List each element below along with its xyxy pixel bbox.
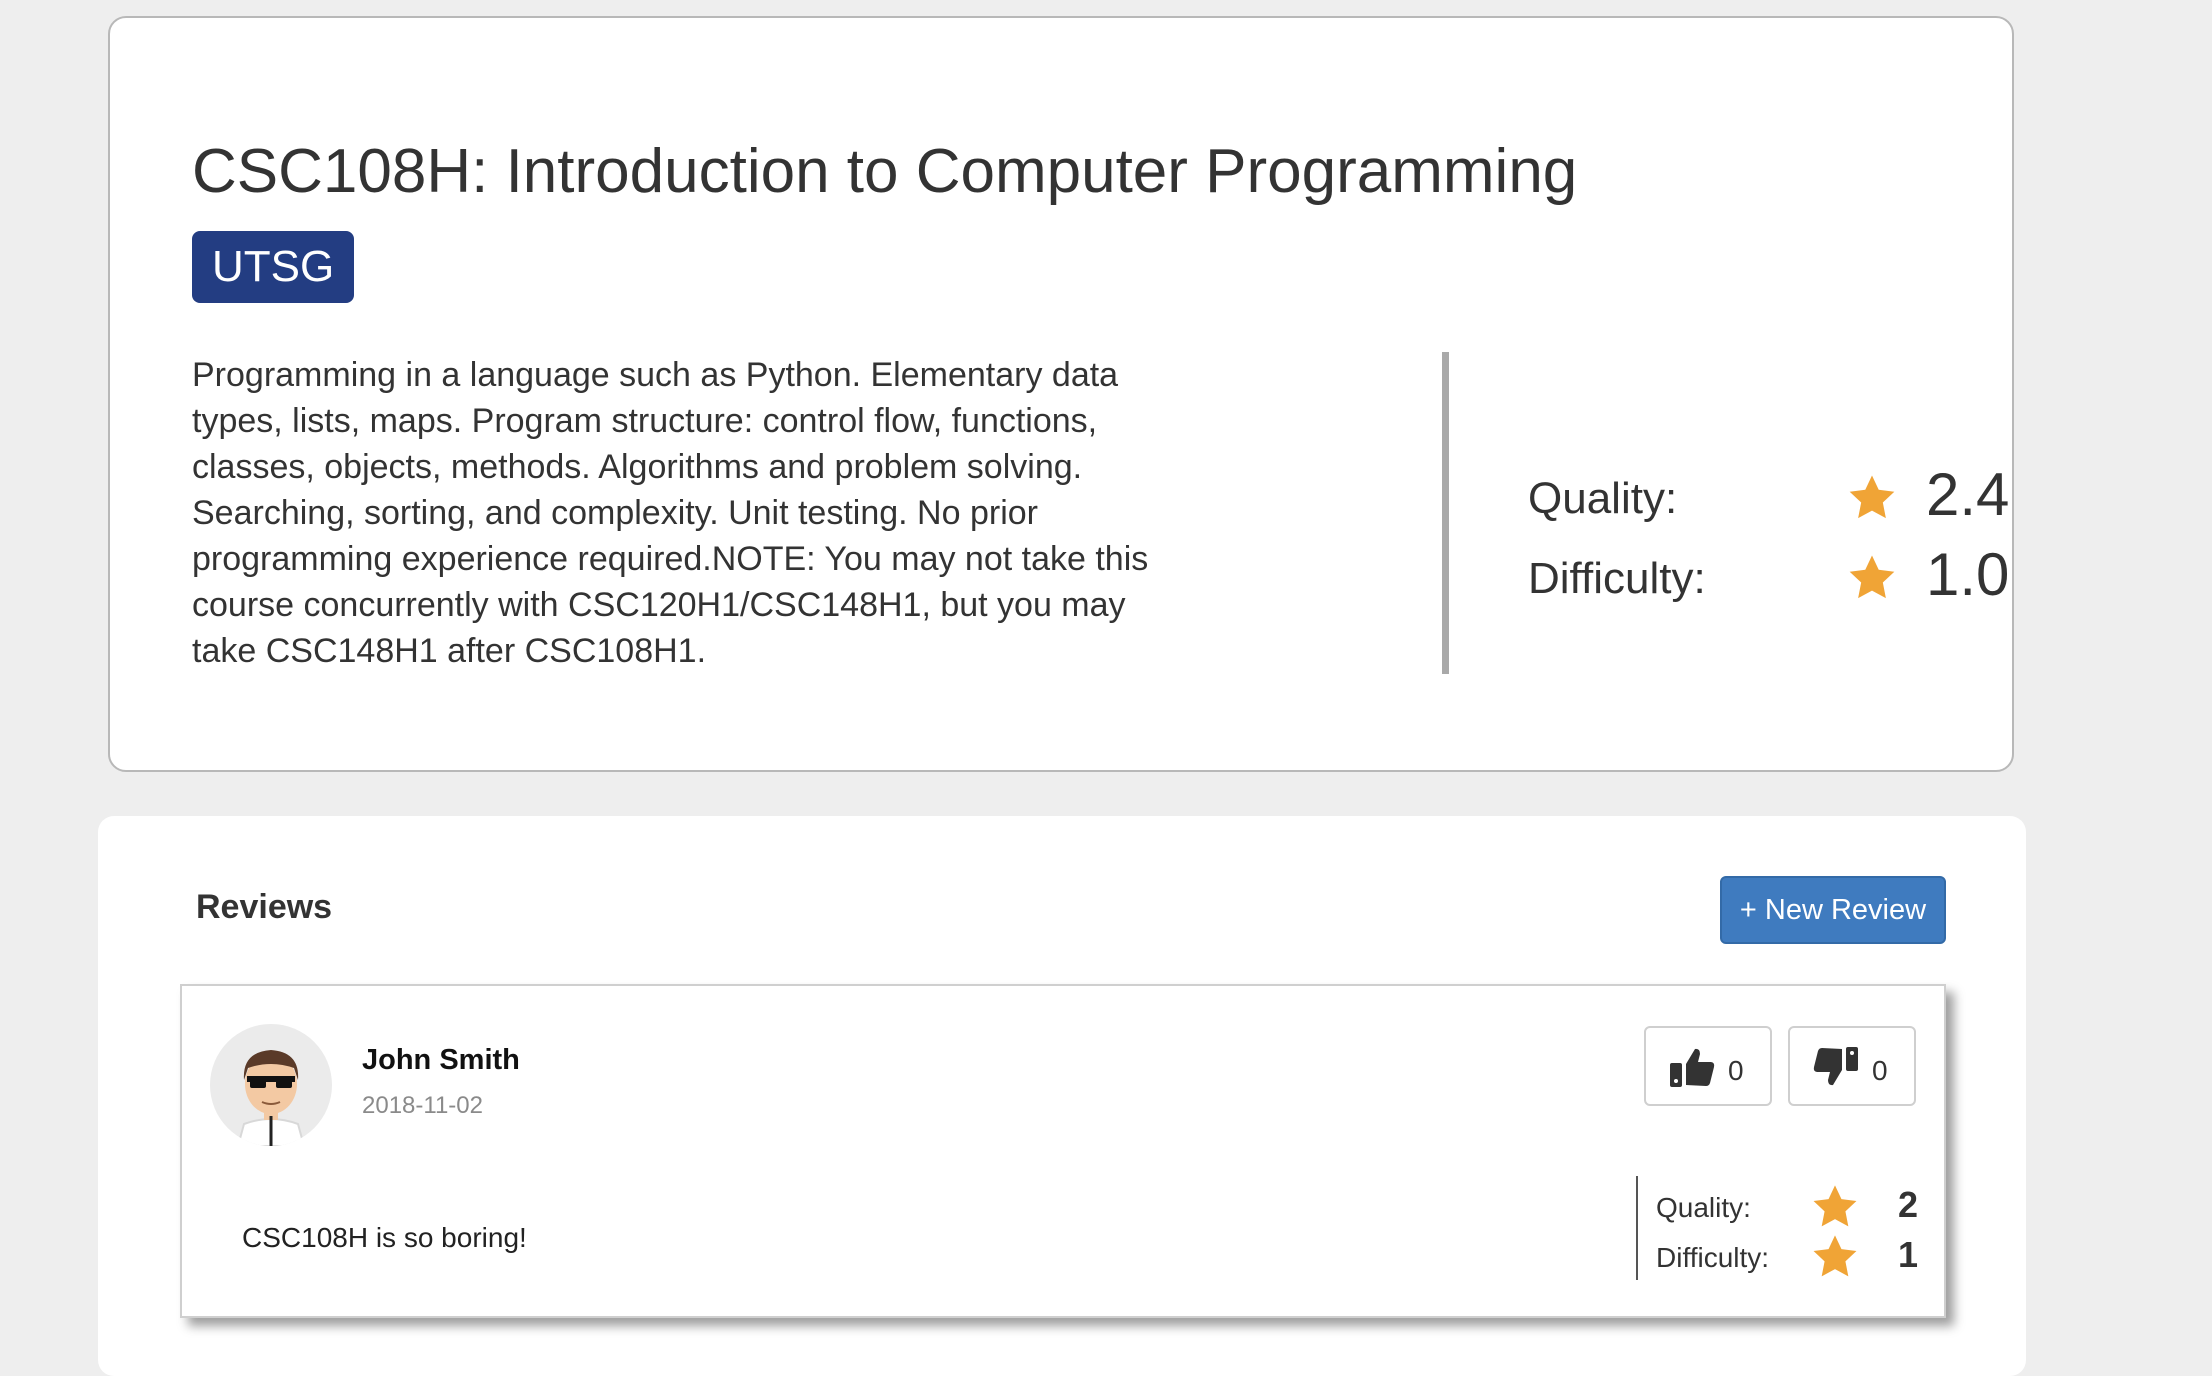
thumbs-up-icon — [1670, 1048, 1715, 1087]
reviews-panel: Reviews + New Review John Smith 2018-11-… — [98, 816, 2026, 1376]
downvote-count: 0 — [1872, 1055, 1888, 1086]
review-difficulty-value: 1 — [1898, 1234, 1919, 1275]
review-rating-divider — [1636, 1176, 1638, 1280]
new-review-button[interactable]: + New Review — [1720, 876, 1946, 944]
upvote-button[interactable]: 0 — [1644, 1026, 1772, 1106]
reviewer-avatar-icon — [236, 1050, 306, 1146]
review-card: John Smith 2018-11-02 0 0 CSC108H is so … — [180, 984, 1946, 1318]
course-title: CSC108H: Introduction to Computer Progra… — [192, 137, 1578, 206]
reviews-heading: Reviews — [196, 888, 333, 926]
course-description: Programming in a language such as Python… — [192, 356, 1149, 670]
review-text: CSC108H is so boring! — [242, 1222, 527, 1253]
campus-badge: UTSG — [192, 231, 355, 303]
reviewer-name: John Smith — [362, 1044, 520, 1076]
avatar — [210, 1024, 332, 1146]
downvote-button[interactable]: 0 — [1788, 1026, 1916, 1106]
review-difficulty-label: Difficulty: — [1656, 1242, 1770, 1273]
thumbs-down-icon — [1813, 1047, 1858, 1086]
quality-label: Quality: — [1528, 474, 1678, 523]
course-divider — [1442, 352, 1449, 674]
star-icon — [1813, 1235, 1857, 1277]
star-icon — [1849, 475, 1895, 519]
upvote-count: 0 — [1728, 1055, 1744, 1086]
review-date: 2018-11-02 — [362, 1092, 483, 1119]
quality-value: 2.4 — [1926, 461, 2010, 528]
star-icon — [1813, 1185, 1857, 1227]
course-card: CSC108H: Introduction to Computer Progra… — [108, 16, 2014, 772]
review-quality-label: Quality: — [1656, 1192, 1751, 1223]
difficulty-value: 1.0 — [1926, 541, 2010, 608]
star-icon — [1849, 555, 1895, 599]
review-quality-value: 2 — [1898, 1184, 1919, 1225]
difficulty-label: Difficulty: — [1528, 554, 1706, 603]
